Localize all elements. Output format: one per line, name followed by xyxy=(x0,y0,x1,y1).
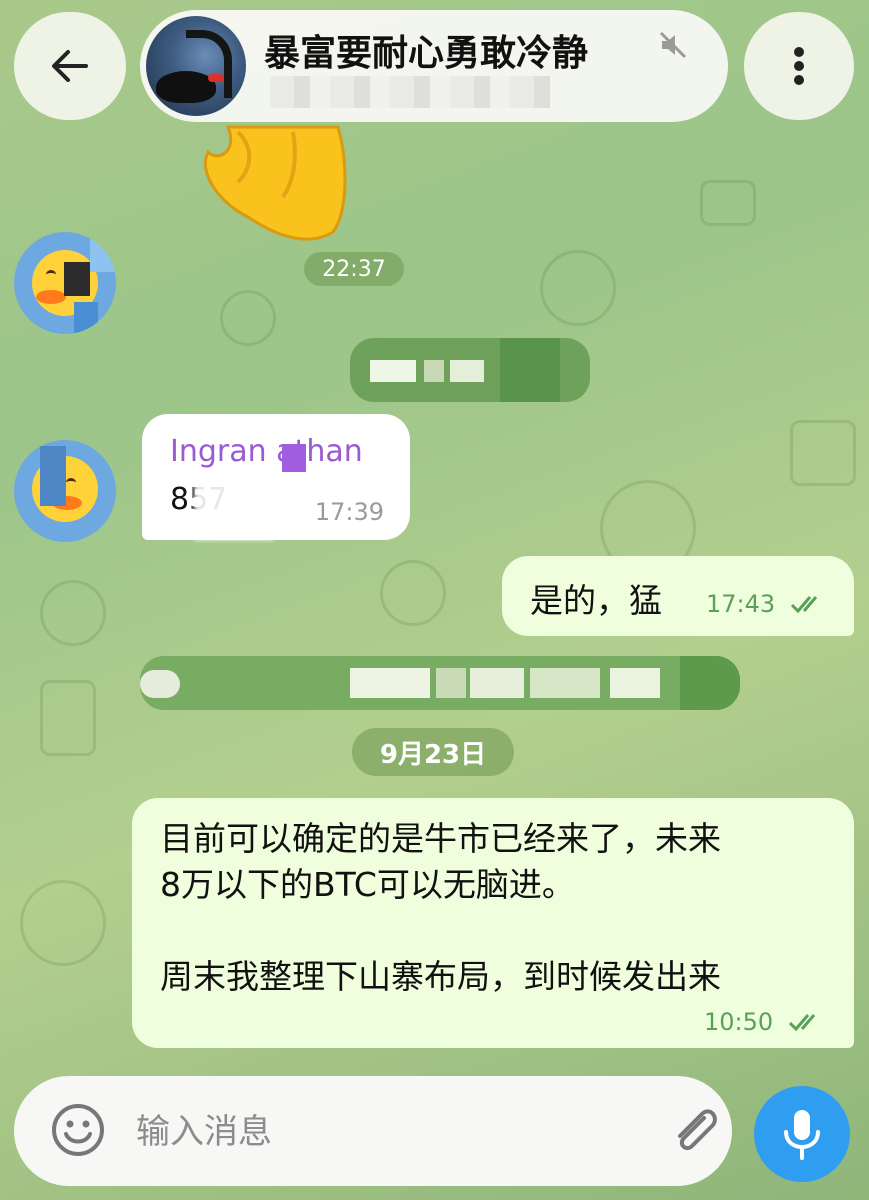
hand-sticker[interactable] xyxy=(198,122,348,252)
group-avatar[interactable] xyxy=(146,16,246,116)
smiley-icon[interactable] xyxy=(50,1102,106,1158)
microphone-icon xyxy=(784,1110,820,1160)
paperclip-icon[interactable] xyxy=(666,1100,720,1160)
redacted-message xyxy=(140,656,740,710)
sender-name-redaction xyxy=(282,444,306,472)
sender-name[interactable]: Ingran athan xyxy=(170,434,363,469)
outgoing-message-long[interactable]: 目前可以确定的是牛市已经来了，未来 8万以下的BTC可以无脑进。 周末我整理下山… xyxy=(132,798,854,1048)
group-title: 暴富要耐心勇敢冷静 xyxy=(264,33,589,74)
message-composer xyxy=(14,1076,732,1186)
message-input[interactable] xyxy=(134,1102,638,1162)
double-check-icon xyxy=(788,1014,816,1032)
sender-avatar[interactable] xyxy=(14,232,116,334)
sticker-timestamp: 22:37 xyxy=(304,252,404,286)
double-check-icon xyxy=(790,596,818,614)
voice-record-button[interactable] xyxy=(754,1086,850,1182)
message-line-3: 周末我整理下山寨布局，到时候发出来 xyxy=(160,957,721,996)
message-time: 10:50 xyxy=(704,1008,774,1036)
incoming-message[interactable]: Ingran athan 857 17:39 xyxy=(142,414,410,540)
date-separator: 9月23日 xyxy=(352,728,514,776)
arrow-left-icon xyxy=(52,50,88,82)
sender-avatar-ingran[interactable] xyxy=(14,440,116,542)
message-text: 是的，猛 xyxy=(530,581,662,620)
outgoing-message-short[interactable]: 是的，猛 17:43 xyxy=(502,556,854,636)
redacted-message xyxy=(350,338,590,402)
more-options-button[interactable] xyxy=(744,12,854,120)
message-line-2: 8万以下的BTC可以无脑进。 xyxy=(160,865,575,904)
back-button[interactable] xyxy=(14,12,126,120)
message-line-1: 目前可以确定的是牛市已经来了，未来 xyxy=(160,819,721,858)
more-vertical-icon xyxy=(794,47,804,85)
muted-speaker-icon xyxy=(659,31,687,59)
message-time: 17:43 xyxy=(706,590,776,618)
message-time: 17:39 xyxy=(314,498,384,526)
group-subtitle-redacted xyxy=(270,76,550,108)
chat-header[interactable]: 暴富要耐心勇敢冷静 xyxy=(140,10,728,122)
message-text-redaction xyxy=(194,480,274,540)
